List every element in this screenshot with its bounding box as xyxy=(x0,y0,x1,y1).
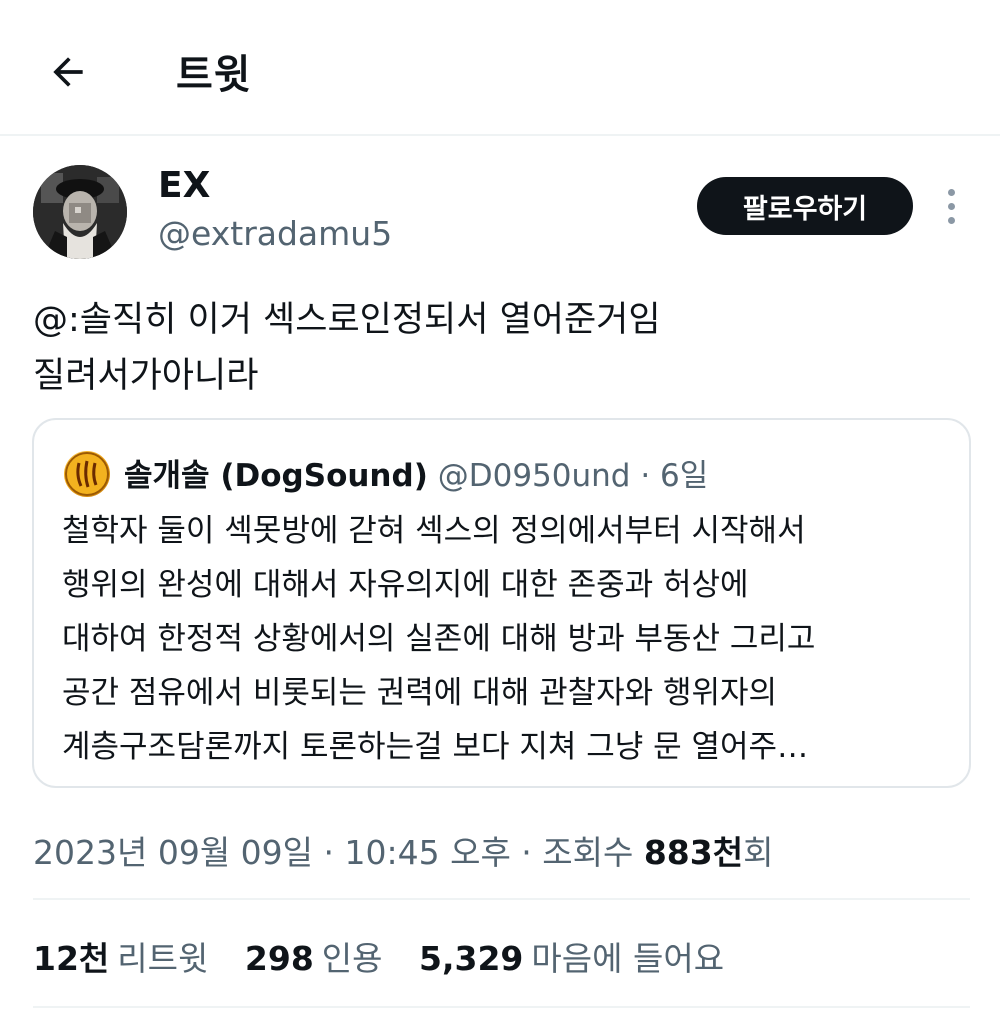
view-count-suffix: 회 xyxy=(743,833,774,872)
user-handle[interactable]: @extradamu5 xyxy=(158,214,392,253)
top-bar: 트윗 xyxy=(0,0,1000,136)
quotes-count: 298 xyxy=(244,939,314,978)
header-divider xyxy=(0,134,1000,136)
tweet-timestamp: 2023년 09월 09일 · 10:45 오후 · 조회수 883천회 xyxy=(33,826,773,874)
more-vertical-icon-dot xyxy=(947,216,955,224)
engagement-stats: 12천 리트윗 298 인용 5,329 마음에 들어요 xyxy=(33,932,750,980)
quoted-header: 솔개솔 (DogSound) @D0950und · 6일 xyxy=(124,450,708,495)
likes-label: 마음에 들어요 xyxy=(531,939,725,978)
quotes-stat[interactable]: 298 인용 xyxy=(245,932,383,980)
emoji-avatar-icon xyxy=(65,452,109,496)
retweets-stat[interactable]: 12천 리트윗 xyxy=(33,932,208,980)
quoted-tweet-text: 철학자 둘이 섹못방에 갇혀 섹스의 정의에서부터 시작해서 행위의 완성에 대… xyxy=(62,513,816,765)
more-vertical-icon xyxy=(947,188,955,196)
retweets-label: 리트윗 xyxy=(117,939,209,978)
page-title: 트윗 xyxy=(176,52,252,98)
more-options-button[interactable] xyxy=(936,180,966,232)
quotes-label: 인용 xyxy=(321,939,383,978)
quoted-avatar xyxy=(64,451,110,497)
tweet-text: @:솔직히 이거 섹스로인정되서 열어준거임 질려서가아니라 xyxy=(33,300,661,396)
arrow-left-icon xyxy=(53,57,83,87)
divider xyxy=(33,898,970,900)
retweets-count: 12천 xyxy=(33,939,110,978)
quoted-display-name: 솔개솔 (DogSound) xyxy=(124,458,428,494)
likes-stat[interactable]: 5,329 마음에 들어요 xyxy=(419,932,724,980)
likes-count: 5,329 xyxy=(419,939,524,978)
more-vertical-icon-dot xyxy=(947,202,955,210)
avatar[interactable] xyxy=(33,165,127,259)
view-count[interactable]: 883천 xyxy=(644,833,743,872)
back-button[interactable] xyxy=(40,44,96,100)
divider xyxy=(33,1006,970,1008)
display-name[interactable]: EX xyxy=(158,165,210,206)
quoted-tweet-card[interactable]: 솔개솔 (DogSound) @D0950und · 6일 철학자 둘이 섹못방… xyxy=(32,418,971,788)
quoted-handle-time: @D0950und · 6일 xyxy=(427,458,709,494)
timestamp-date: 2023년 09월 09일 · 10:45 오후 · 조회수 xyxy=(33,833,644,872)
follow-button[interactable]: 팔로우하기 xyxy=(697,177,913,235)
